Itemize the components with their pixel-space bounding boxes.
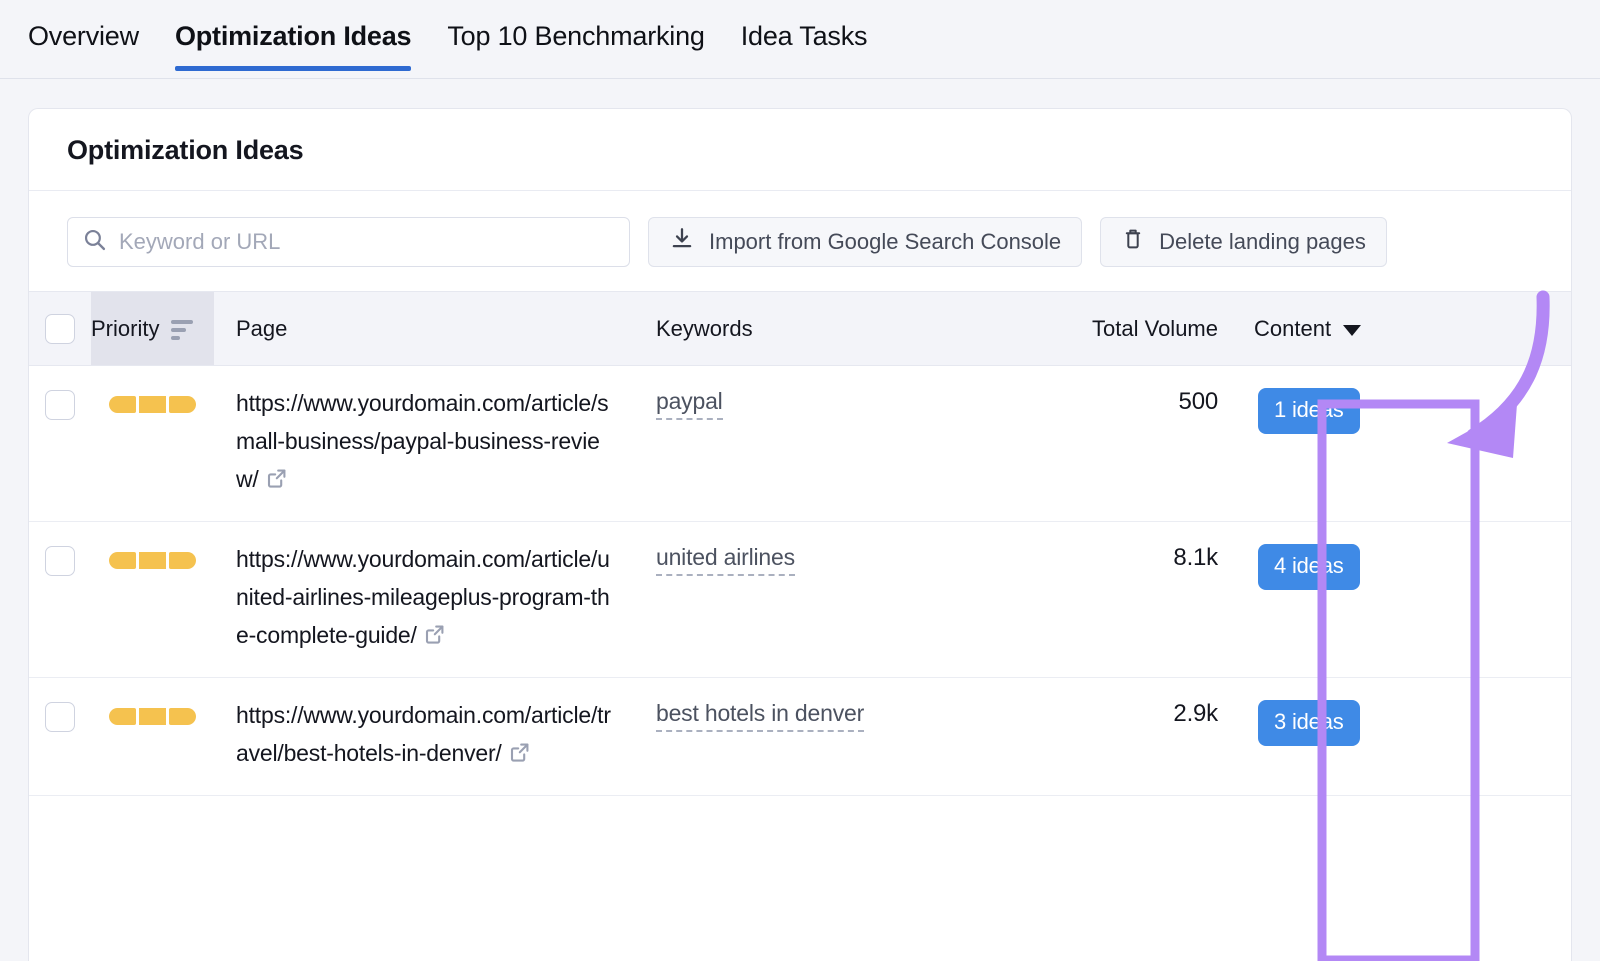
import-from-google-search-console-button[interactable]: Import from Google Search Console: [648, 217, 1082, 267]
optimization-ideas-table: Priority Page Keywords Total Volume Cont…: [29, 291, 1571, 796]
keywords-cell: paypal: [634, 366, 1060, 440]
priority-cell: [91, 366, 214, 413]
optimization-ideas-card: Optimization Ideas Import from Google Se…: [28, 108, 1572, 961]
external-link-icon[interactable]: [508, 737, 532, 775]
ideas-badge[interactable]: 1 ideas: [1258, 388, 1360, 434]
column-header-priority-label: Priority: [91, 316, 159, 342]
table-toolbar: Import from Google Search Console Delete…: [29, 191, 1571, 291]
total-volume-cell: 2.9k: [1060, 678, 1240, 748]
total-volume-value: 8.1k: [1173, 544, 1218, 571]
column-header-total-volume-label: Total Volume: [1092, 316, 1218, 341]
page-url-label: https://www.yourdomain.com/article/trave…: [236, 702, 611, 766]
chevron-down-icon[interactable]: [1343, 325, 1361, 336]
card-header: Optimization Ideas: [29, 109, 1571, 191]
import-button-label: Import from Google Search Console: [709, 229, 1061, 255]
row-checkbox[interactable]: [45, 702, 75, 732]
column-header-total-volume[interactable]: Total Volume: [1060, 316, 1240, 342]
priority-indicator: [109, 396, 196, 413]
column-header-content[interactable]: Content: [1240, 316, 1430, 342]
row-select-cell: [29, 366, 91, 420]
delete-landing-pages-button[interactable]: Delete landing pages: [1100, 217, 1387, 267]
ideas-badge[interactable]: 3 ideas: [1258, 700, 1360, 746]
tab-idea-tasks[interactable]: Idea Tasks: [723, 18, 886, 70]
page-url-text: https://www.yourdomain.com/article/small…: [236, 384, 614, 501]
tab-overview[interactable]: Overview: [28, 18, 157, 70]
external-link-icon[interactable]: [265, 463, 289, 501]
total-volume-value: 500: [1179, 388, 1218, 415]
page-url-label: https://www.yourdomain.com/article/small…: [236, 390, 608, 492]
keyword-link[interactable]: best hotels in denver: [656, 700, 864, 732]
tab-optimization-ideas[interactable]: Optimization Ideas: [157, 18, 429, 70]
search-input[interactable]: [119, 229, 615, 255]
search-icon: [82, 227, 107, 257]
keywords-cell: united airlines: [634, 522, 1060, 596]
page-cell: https://www.yourdomain.com/article/small…: [214, 366, 634, 521]
table-row: https://www.yourdomain.com/article/small…: [29, 366, 1571, 522]
table-row: https://www.yourdomain.com/article/unite…: [29, 522, 1571, 678]
column-header-page-label: Page: [236, 316, 287, 341]
page-url-text: https://www.yourdomain.com/article/trave…: [236, 696, 614, 775]
trash-icon: [1121, 226, 1145, 258]
row-checkbox[interactable]: [45, 546, 75, 576]
total-volume-cell: 8.1k: [1060, 522, 1240, 592]
total-volume-value: 2.9k: [1173, 700, 1218, 727]
column-header-content-label: Content: [1254, 316, 1331, 342]
table-header-row: Priority Page Keywords Total Volume Cont…: [29, 291, 1571, 366]
page-cell: https://www.yourdomain.com/article/unite…: [214, 522, 634, 677]
column-header-keywords[interactable]: Keywords: [634, 316, 1060, 342]
row-checkbox[interactable]: [45, 390, 75, 420]
total-volume-cell: 500: [1060, 366, 1240, 436]
search-box[interactable]: [67, 217, 630, 267]
keywords-cell: best hotels in denver: [634, 678, 1060, 752]
table-row: https://www.yourdomain.com/article/trave…: [29, 678, 1571, 796]
row-select-cell: [29, 678, 91, 732]
column-header-page[interactable]: Page: [214, 316, 634, 342]
priority-indicator: [109, 552, 196, 569]
keyword-link[interactable]: paypal: [656, 388, 723, 420]
external-link-icon[interactable]: [423, 619, 447, 657]
delete-button-label: Delete landing pages: [1159, 229, 1366, 255]
priority-cell: [91, 522, 214, 569]
select-all-checkbox[interactable]: [45, 314, 75, 344]
page-url-text: https://www.yourdomain.com/article/unite…: [236, 540, 614, 657]
page-title: Optimization Ideas: [67, 135, 1533, 166]
column-header-keywords-label: Keywords: [656, 316, 753, 341]
ideas-badge[interactable]: 4 ideas: [1258, 544, 1360, 590]
keyword-link[interactable]: united airlines: [656, 544, 795, 576]
sort-descending-icon[interactable]: [171, 318, 193, 340]
priority-indicator: [109, 708, 196, 725]
row-select-cell: [29, 522, 91, 576]
column-header-priority[interactable]: Priority: [91, 292, 214, 365]
tab-top-10-benchmarking[interactable]: Top 10 Benchmarking: [429, 18, 722, 70]
content-cell: 3 ideas: [1240, 678, 1430, 766]
priority-cell: [91, 678, 214, 725]
content-cell: 4 ideas: [1240, 522, 1430, 610]
download-icon: [669, 226, 695, 258]
content-cell: 1 ideas: [1240, 366, 1430, 454]
select-all-cell: [29, 314, 91, 344]
page-cell: https://www.yourdomain.com/article/trave…: [214, 678, 634, 795]
tab-bar: Overview Optimization Ideas Top 10 Bench…: [0, 0, 1600, 79]
